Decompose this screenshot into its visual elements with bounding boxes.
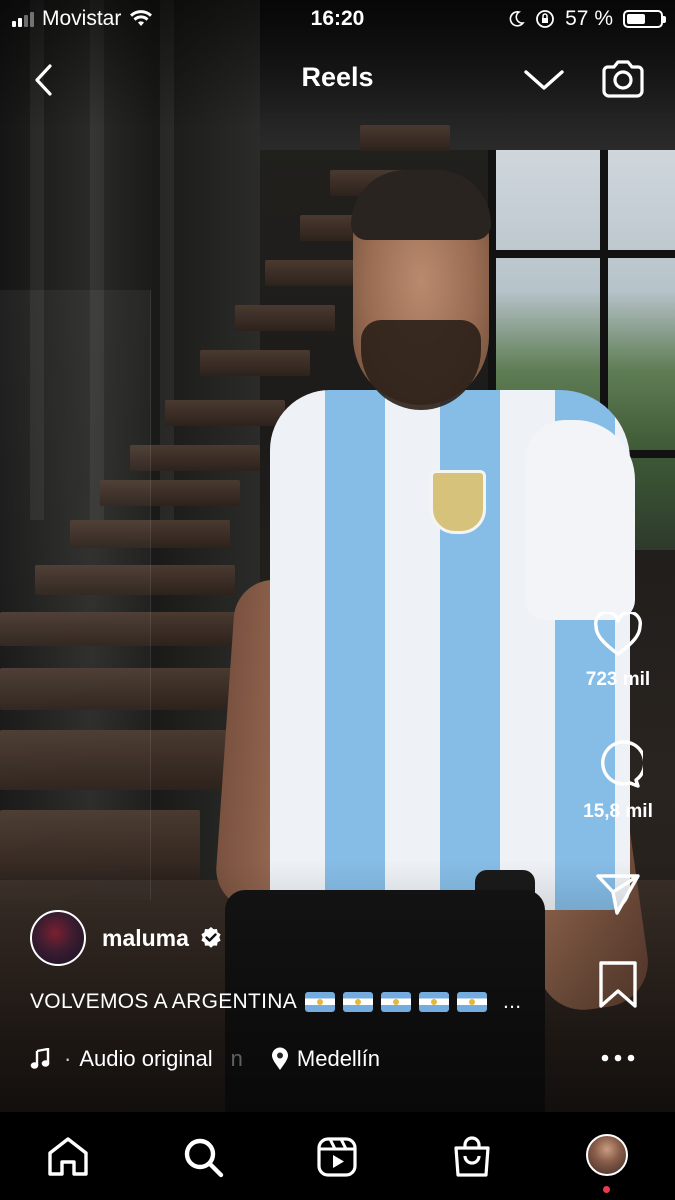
- reels-dropdown-button[interactable]: [520, 62, 568, 98]
- argentina-flag-icon: [381, 992, 412, 1012]
- caption[interactable]: VOLVEMOS A ARGENTINA ...: [30, 990, 521, 1014]
- chevron-down-icon: [524, 70, 564, 90]
- heart-icon: [594, 610, 642, 656]
- comments-count[interactable]: 15,8 mil: [563, 801, 673, 823]
- author-row: maluma: [30, 910, 223, 966]
- audio-overflow: n: [230, 1046, 243, 1071]
- status-bar: Movistar 16:20 57 %: [0, 0, 675, 38]
- notification-dot: [603, 1186, 610, 1193]
- location-link[interactable]: Medellín: [271, 1046, 380, 1072]
- caption-more[interactable]: ...: [503, 990, 521, 1014]
- location-label: Medellín: [296, 1046, 381, 1071]
- more-options-button[interactable]: [563, 1050, 673, 1068]
- battery-icon: [623, 10, 666, 28]
- comment-action[interactable]: 15,8 mil: [563, 740, 673, 823]
- shopping-bag-icon: [454, 1136, 490, 1177]
- argentina-flag-icon: [419, 992, 450, 1012]
- tab-shop[interactable]: [447, 1132, 497, 1182]
- likes-count[interactable]: 723 mil: [563, 669, 673, 691]
- verified-badge-icon: [201, 927, 221, 948]
- argentina-flag-icon: [305, 992, 336, 1012]
- tab-reels[interactable]: [312, 1132, 362, 1182]
- search-icon: [184, 1138, 224, 1178]
- argentina-flag-icon: [343, 992, 374, 1012]
- caption-text: VOLVEMOS A ARGENTINA: [30, 990, 298, 1013]
- comment-icon: [601, 740, 647, 788]
- camera-button[interactable]: [598, 56, 648, 102]
- bottom-tab-bar: [0, 1112, 675, 1200]
- music-note-icon: [30, 1048, 50, 1069]
- save-action[interactable]: [563, 960, 673, 1015]
- location-pin-icon: [271, 1047, 288, 1070]
- camera-icon: [602, 60, 644, 98]
- tab-profile[interactable]: [586, 1134, 628, 1176]
- moon-icon: [509, 11, 525, 27]
- orientation-lock-icon: [536, 10, 555, 28]
- afa-crest: [430, 470, 486, 534]
- argentina-flag-icon: [457, 992, 488, 1012]
- battery-label: 57 %: [565, 7, 613, 30]
- tab-home[interactable]: [43, 1132, 93, 1182]
- home-icon: [48, 1137, 88, 1176]
- tab-search[interactable]: [178, 1132, 228, 1182]
- audio-label[interactable]: Audio original: [79, 1046, 212, 1072]
- username[interactable]: maluma: [102, 925, 189, 952]
- send-icon: [596, 874, 640, 915]
- page-title: Reels: [301, 62, 374, 92]
- share-action[interactable]: [563, 872, 673, 921]
- glass-railing: [0, 290, 151, 900]
- like-action[interactable]: 723 mil: [563, 610, 673, 691]
- audio-row: · Audio original n Medellín: [30, 1046, 380, 1072]
- avatar[interactable]: [30, 910, 86, 966]
- bookmark-icon: [599, 961, 637, 1008]
- reels-icon: [317, 1137, 357, 1177]
- more-icon: [601, 1054, 635, 1062]
